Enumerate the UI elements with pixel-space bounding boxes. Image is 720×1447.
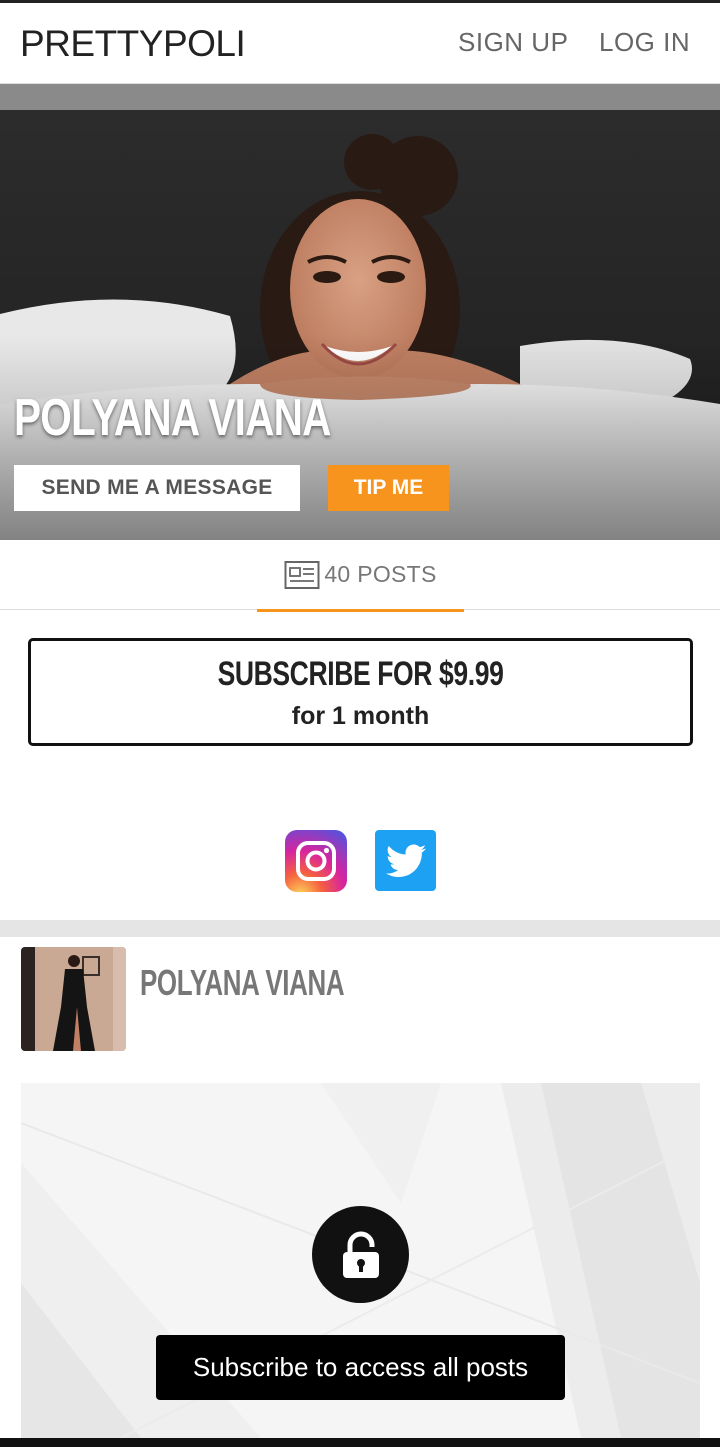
subscribe-access-button[interactable]: Subscribe to access all posts xyxy=(156,1335,565,1400)
tab-posts[interactable]: 40 POSTS xyxy=(257,540,464,612)
instagram-icon[interactable] xyxy=(285,830,347,892)
section-divider xyxy=(0,920,720,937)
subscribe-period: for 1 month xyxy=(291,702,430,730)
top-navbar: PRETTYPOLI SIGN UP LOG IN xyxy=(0,3,720,84)
sign-up-link[interactable]: SIGN UP xyxy=(458,27,568,58)
profile-tabs: 40 POSTS xyxy=(0,540,720,612)
locked-post: Subscribe to access all posts xyxy=(21,1083,700,1438)
twitter-icon[interactable] xyxy=(375,830,436,891)
log-in-link[interactable]: LOG IN xyxy=(599,27,690,58)
post-author-name[interactable]: POLYANA VIANA xyxy=(140,962,345,1004)
send-message-button[interactable]: SEND ME A MESSAGE xyxy=(14,465,300,511)
lock-icon xyxy=(312,1206,409,1303)
newspaper-icon xyxy=(284,560,320,589)
subscribe-price: SUBSCRIBE FOR $9.99 xyxy=(217,655,504,693)
profile-cover: POLYANA VIANA SEND ME A MESSAGE TIP ME xyxy=(0,84,720,540)
avatar[interactable] xyxy=(21,947,126,1051)
subscribe-button[interactable]: SUBSCRIBE FOR $9.99 for 1 month xyxy=(28,638,693,746)
bottom-bar xyxy=(0,1438,720,1447)
profile-name: POLYANA VIANA xyxy=(14,389,331,447)
tip-button[interactable]: TIP ME xyxy=(328,465,449,511)
brand-logo[interactable]: PRETTYPOLI xyxy=(20,23,246,65)
tab-posts-label: 40 POSTS xyxy=(324,561,437,587)
